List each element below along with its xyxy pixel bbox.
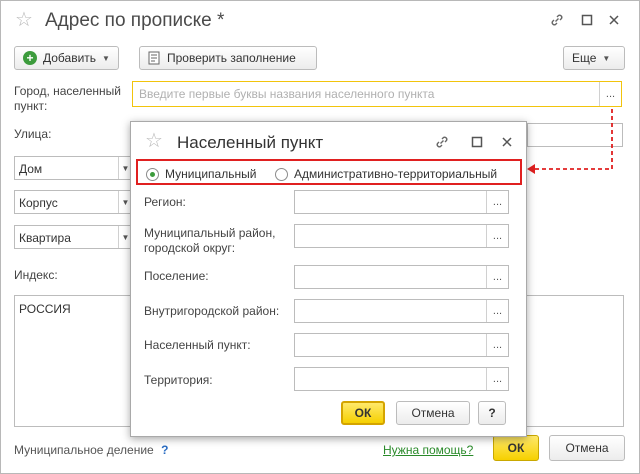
dialog-ok-button[interactable]: ОК xyxy=(341,401,385,425)
radio-municipal[interactable]: Муниципальный xyxy=(146,167,256,181)
locality-select-button[interactable]: ... xyxy=(486,334,508,356)
territory-select-button[interactable]: ... xyxy=(486,368,508,390)
chevron-down-icon: ▼ xyxy=(102,53,110,63)
more-label: Еще xyxy=(572,51,597,65)
building-type-select[interactable]: Корпус ▼ xyxy=(14,190,133,214)
window-title: Адрес по прописке * xyxy=(45,10,225,31)
territory-label: Территория: xyxy=(144,373,213,387)
radio-unselected-icon xyxy=(275,167,288,181)
territory-input[interactable]: ... xyxy=(294,367,509,391)
add-button[interactable]: + Добавить ▼ xyxy=(14,46,119,70)
radio-administrative[interactable]: Административно-территориальный xyxy=(275,167,497,181)
check-fill-label: Проверить заполнение xyxy=(167,51,296,65)
region-select-button[interactable]: ... xyxy=(486,191,508,213)
intracity-select-button[interactable]: ... xyxy=(486,300,508,322)
dialog-cancel-button[interactable]: Отмена xyxy=(396,401,470,425)
maximize-icon[interactable] xyxy=(466,131,488,153)
maximize-icon[interactable] xyxy=(576,9,598,31)
settlement-label: Поселение: xyxy=(144,269,209,283)
link-icon[interactable] xyxy=(546,9,568,31)
more-button[interactable]: Еще ▼ xyxy=(563,46,625,70)
house-type-select[interactable]: Дом ▼ xyxy=(14,156,133,180)
dialog-help-button[interactable]: ? xyxy=(478,401,506,425)
ok-button[interactable]: ОК xyxy=(493,435,539,461)
apartment-type-select[interactable]: Квартира ▼ xyxy=(14,225,133,249)
intracity-input[interactable]: ... xyxy=(294,299,509,323)
address-text: РОССИЯ xyxy=(19,302,71,316)
link-icon[interactable] xyxy=(431,131,453,153)
favorite-star-icon[interactable]: ☆ xyxy=(15,9,37,31)
division-type-group: Муниципальный Административно-территориа… xyxy=(136,159,522,185)
locality-label: Населенный пункт: xyxy=(144,338,251,352)
district-input[interactable]: ... xyxy=(294,224,509,248)
check-fill-button[interactable]: Проверить заполнение xyxy=(139,46,317,70)
main-window: ☆ Адрес по прописке * + Добавить ▼ Прове… xyxy=(0,0,640,474)
city-placeholder: Введите первые буквы названия населенног… xyxy=(139,87,435,101)
radio-selected-icon xyxy=(146,167,159,181)
district-select-button[interactable]: ... xyxy=(486,225,508,247)
chevron-down-icon: ▼ xyxy=(602,53,611,63)
close-icon[interactable] xyxy=(496,131,518,153)
checklist-icon xyxy=(148,51,161,65)
connector-arrow xyxy=(527,109,613,174)
add-button-label: Добавить xyxy=(43,51,97,65)
district-label: Муниципальный район, городской округ: xyxy=(144,226,276,255)
index-label: Индекс: xyxy=(14,268,58,282)
help-link[interactable]: Нужна помощь? xyxy=(383,443,473,458)
add-icon: + xyxy=(23,51,37,65)
municipal-help-icon[interactable]: ? xyxy=(161,443,168,457)
cancel-button[interactable]: Отмена xyxy=(549,435,625,461)
locality-input[interactable]: ... xyxy=(294,333,509,357)
locality-dialog: ☆ Населенный пункт Муниципальный Админис… xyxy=(130,121,527,437)
dialog-title: Населенный пункт xyxy=(177,133,324,152)
municipal-division-label: Муниципальное деление ? xyxy=(14,443,169,457)
favorite-star-icon[interactable]: ☆ xyxy=(145,130,167,152)
street-label: Улица: xyxy=(14,127,52,141)
intracity-label: Внутригородской район: xyxy=(144,304,280,318)
city-label: Город, населенный пункт: xyxy=(14,84,121,113)
settlement-select-button[interactable]: ... xyxy=(486,266,508,288)
settlement-input[interactable]: ... xyxy=(294,265,509,289)
region-label: Регион: xyxy=(144,195,186,209)
close-icon[interactable] xyxy=(603,9,625,31)
region-input[interactable]: ... xyxy=(294,190,509,214)
